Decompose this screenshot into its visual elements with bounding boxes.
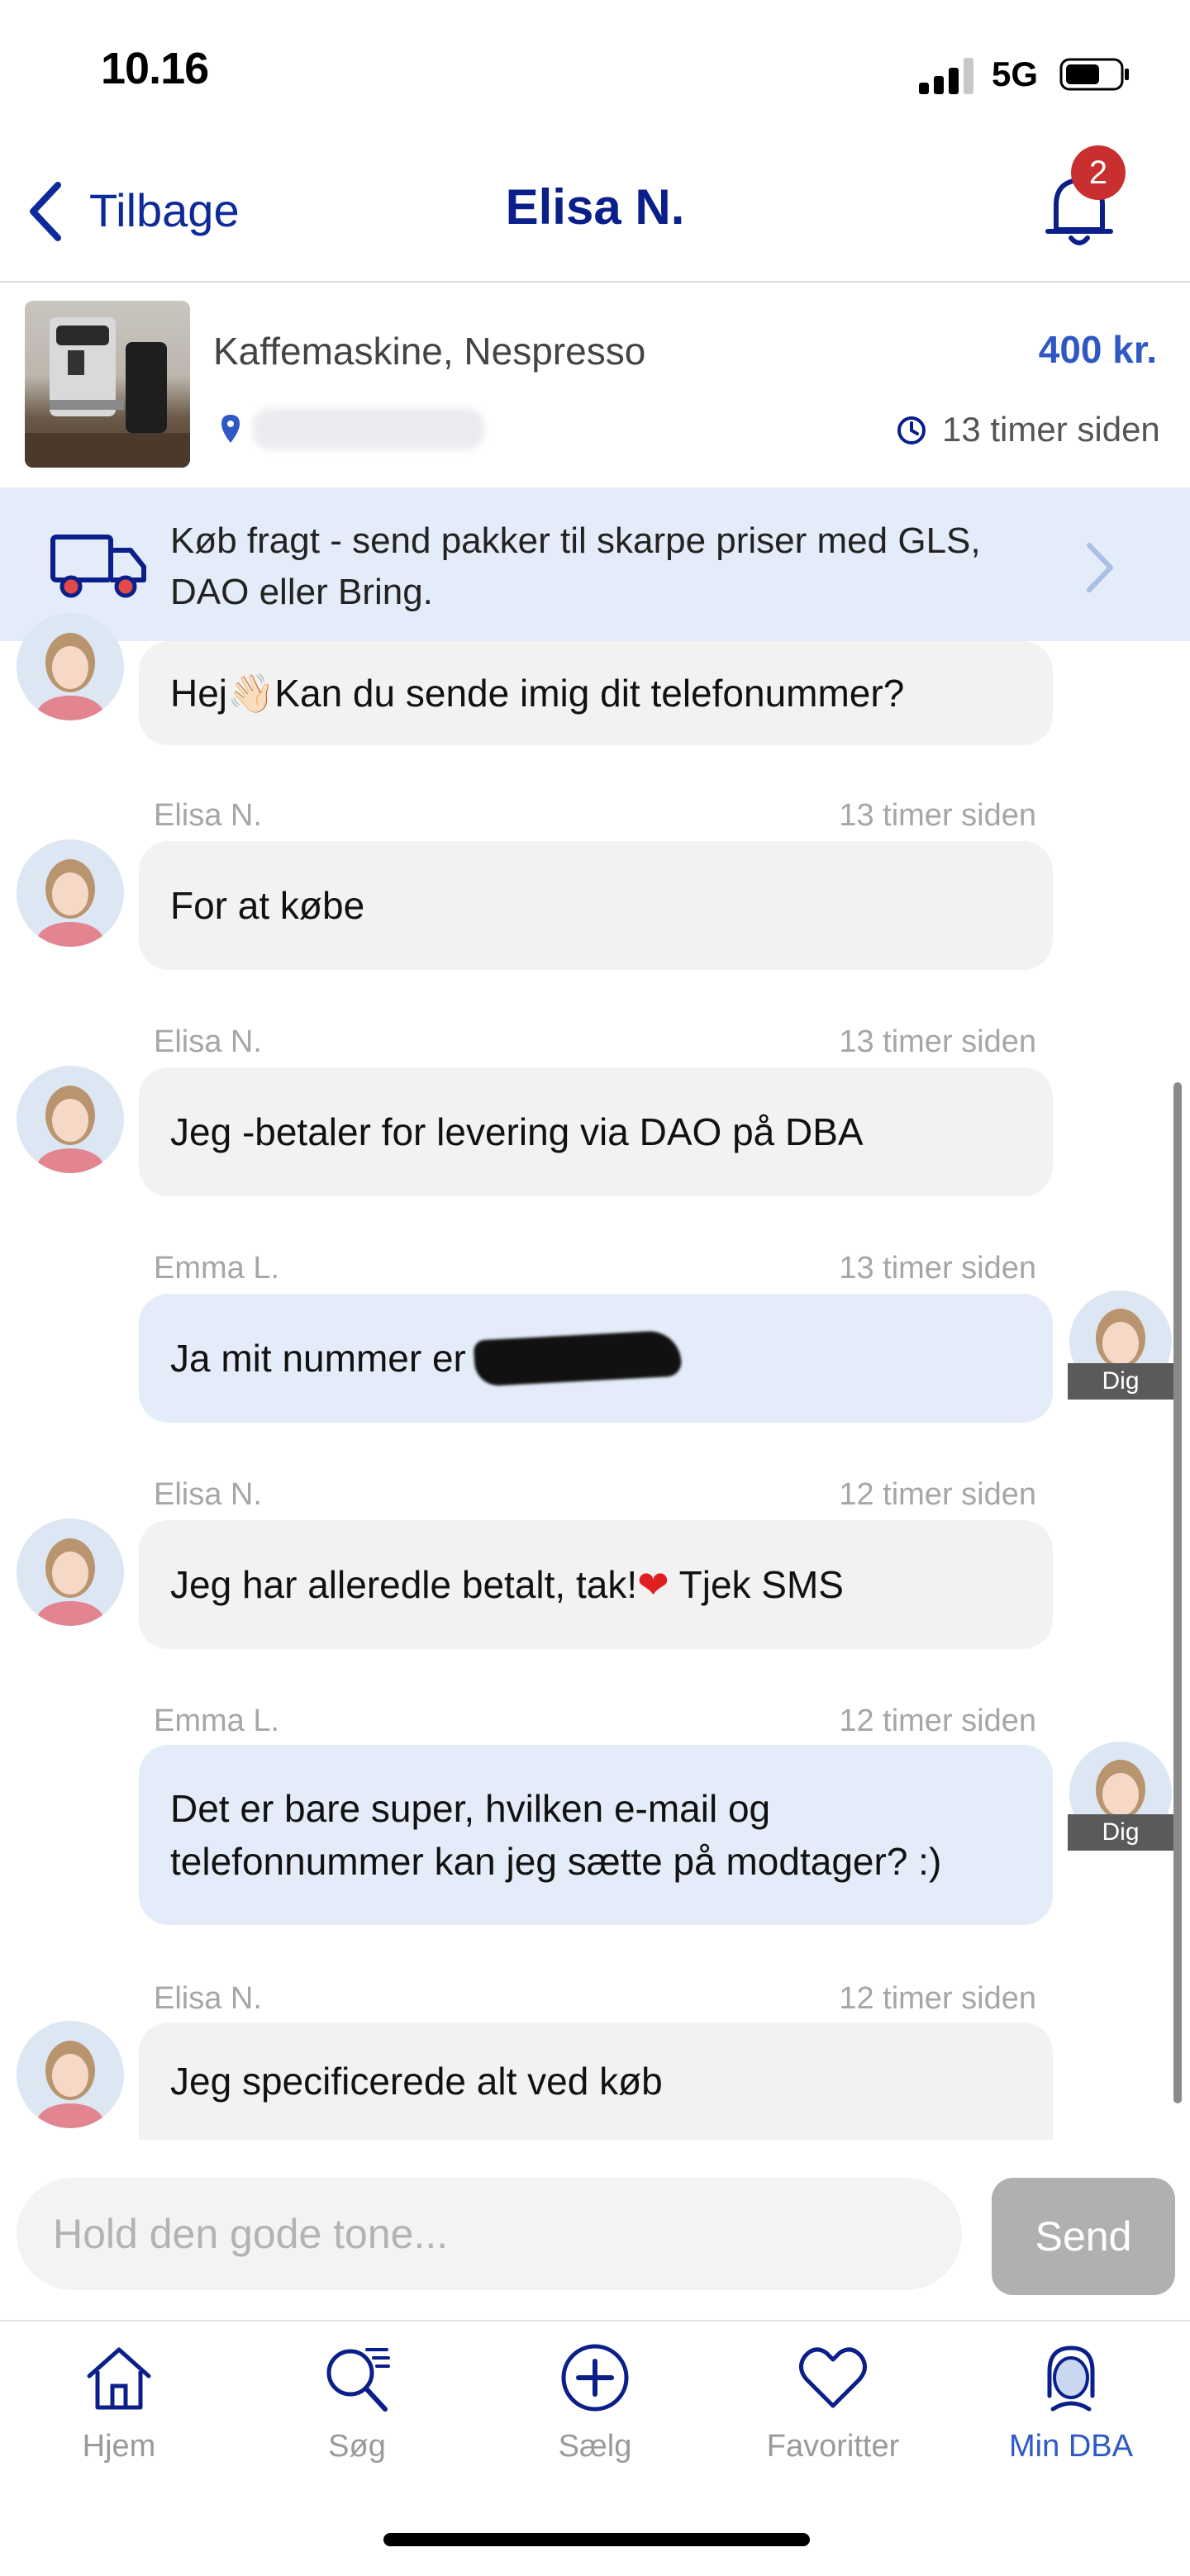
contact-avatar[interactable] [17, 2021, 124, 2128]
message-sender: Emma L. [154, 1251, 280, 1286]
message-text: Jeg specificerede alt ved køb [170, 2060, 663, 2103]
message-bubble-mine: Ja mit nummer er [139, 1294, 1053, 1423]
tab-label: Søg [328, 2429, 386, 2464]
scrollbar[interactable] [1173, 1082, 1182, 2103]
message-time: 12 timer siden [839, 1477, 1036, 1512]
message-bubble: Jeg har alleredle betalt, tak!❤ Tjek SMS [139, 1520, 1053, 1649]
contact-avatar[interactable] [17, 1519, 124, 1626]
message-text: For at købe [170, 884, 365, 927]
message-input[interactable] [17, 2178, 962, 2290]
notification-badge: 2 [1071, 145, 1126, 200]
page-title: Elisa N. [505, 179, 685, 235]
listing-posted-time: 13 timer siden [942, 410, 1160, 449]
tab-search[interactable]: Søg [274, 2338, 440, 2487]
home-indicator [383, 2533, 810, 2546]
message-bubble: Hej👋🏻Kan du sende imig dit telefonummer? [139, 641, 1053, 745]
my-avatar: Dig [1068, 1740, 1173, 1851]
me-label: Dig [1068, 1363, 1173, 1400]
profile-icon [1047, 2345, 1095, 2412]
me-label: Dig [1068, 1814, 1173, 1851]
status-time: 10.16 [101, 44, 209, 93]
message-bubble: Jeg -betaler for levering via DAO på DBA [139, 1067, 1053, 1196]
message-text: Ja mit nummer er [170, 1337, 466, 1380]
location-redacted [253, 408, 484, 449]
battery-icon [1059, 58, 1129, 91]
message-text: Det er bare super, hvilken e-mail og tel… [170, 1787, 942, 1883]
listing-thumbnail[interactable] [25, 301, 190, 468]
send-button[interactable]: Send [992, 2178, 1175, 2295]
message-time: 13 timer siden [839, 798, 1036, 833]
message-sender: Elisa N. [154, 798, 262, 833]
message-time: 13 timer siden [839, 1024, 1036, 1059]
chevron-right-icon[interactable] [1083, 540, 1116, 595]
message-text: Jeg -betaler for levering via DAO på DBA [170, 1110, 864, 1153]
my-avatar: Dig [1068, 1289, 1173, 1400]
message-bubble: Jeg specificerede alt ved køb [139, 2022, 1053, 2140]
plus-circle-icon [561, 2344, 629, 2412]
tab-sell[interactable]: Sælg [512, 2338, 678, 2487]
tab-label: Min DBA [1009, 2429, 1133, 2464]
listing-title[interactable]: Kaffemaskine, Nespresso [213, 329, 645, 373]
contact-avatar[interactable] [17, 1066, 124, 1173]
search-icon [326, 2348, 390, 2412]
message-text: Jeg har alleredle betalt, tak!❤ Tjek SMS [170, 1563, 844, 1606]
contact-avatar[interactable] [17, 839, 124, 947]
tab-label: Favoritter [766, 2429, 900, 2464]
heart-emoji: ❤ [637, 1563, 669, 1606]
location-pin-icon [221, 415, 240, 443]
message-sender: Emma L. [154, 1704, 280, 1738]
message-time: 13 timer siden [839, 1251, 1036, 1286]
message-bubble-mine: Det er bare super, hvilken e-mail og tel… [139, 1745, 1053, 1925]
message-bubble: For at købe [139, 841, 1053, 970]
message-time: 12 timer siden [839, 1981, 1036, 2016]
home-icon [87, 2347, 151, 2410]
heart-icon [799, 2347, 867, 2408]
message-sender: Elisa N. [154, 1024, 262, 1059]
tab-favorites[interactable]: Favoritter [750, 2338, 916, 2487]
message-sender: Elisa N. [154, 1477, 262, 1512]
message-text: Hej👋🏻Kan du sende imig dit telefonummer? [170, 672, 905, 715]
tab-min-dba[interactable]: Min DBA [988, 2338, 1154, 2487]
redacted-phone-number [473, 1329, 683, 1387]
message-time: 12 timer siden [839, 1704, 1036, 1738]
contact-avatar[interactable] [17, 613, 124, 720]
truck-icon [50, 535, 146, 598]
coffee-machine-image [25, 317, 190, 468]
tab-home[interactable]: Hjem [36, 2338, 202, 2487]
tab-label: Sælg [558, 2429, 632, 2464]
network-label: 5G [992, 55, 1039, 93]
signal-icon [919, 58, 973, 94]
tab-label: Hjem [82, 2429, 156, 2464]
clock-icon [897, 416, 926, 444]
listing-price: 400 kr. [1038, 328, 1157, 371]
message-sender: Elisa N. [154, 1981, 262, 2016]
shipping-banner-text: Køb fragt - send pakker til skarpe prise… [170, 520, 981, 612]
